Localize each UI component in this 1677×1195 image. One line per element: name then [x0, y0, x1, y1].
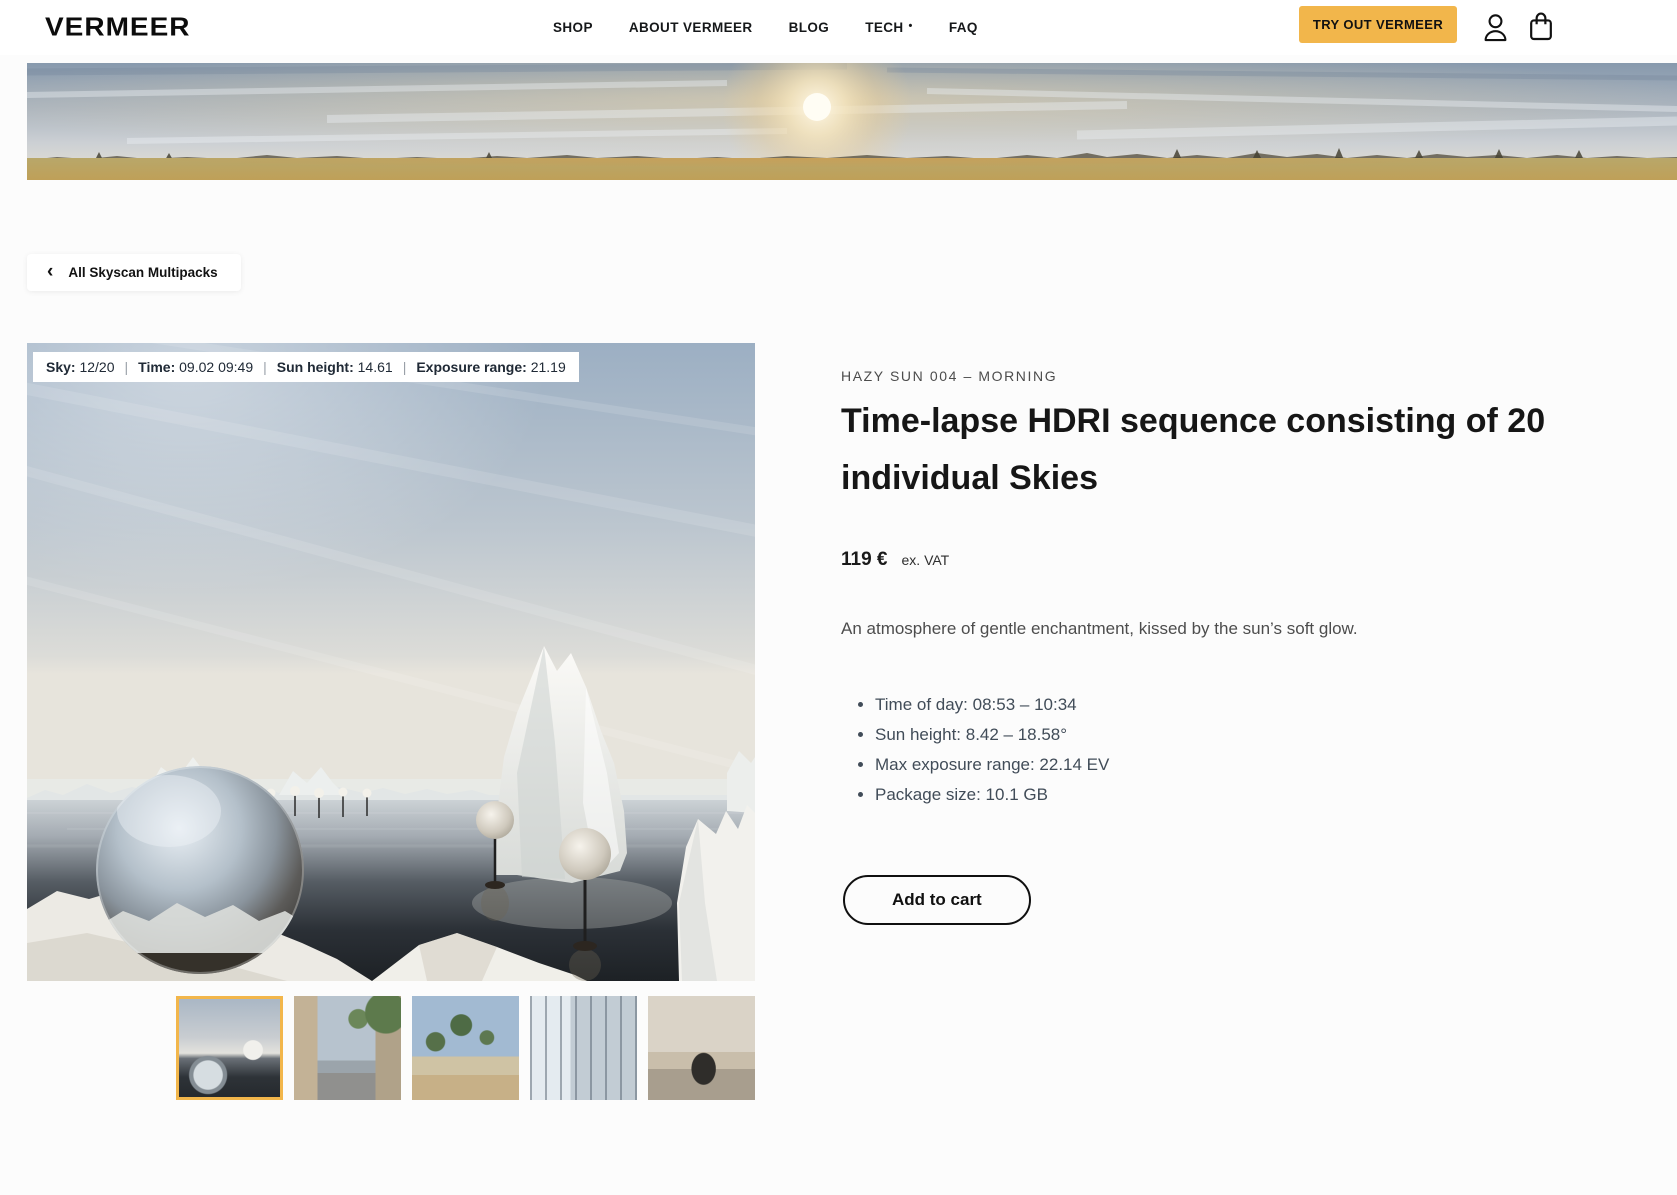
spec-package-size: Package size: 10.1 GB: [875, 780, 1109, 810]
thumbnail-arctic-scene[interactable]: [176, 996, 283, 1100]
hero-sky-illustration: [27, 63, 1677, 180]
dropdown-indicator-icon: •: [909, 20, 913, 32]
back-to-multipacks-button[interactable]: ‹ All Skyscan Multipacks: [27, 254, 241, 291]
sky-info-overlay: Sky: 12/20 | Time: 09.02 09:49 | Sun hei…: [33, 352, 579, 382]
overlay-separator: |: [262, 359, 268, 375]
cart-icon[interactable]: [1529, 12, 1553, 47]
nav-faq[interactable]: FAQ: [949, 20, 978, 35]
price-row: 119 € ex. VAT: [841, 549, 949, 571]
hero-panorama-image: [27, 63, 1677, 180]
overlay-time-label: Time:: [138, 359, 175, 375]
overlay-sky-value: 12/20: [79, 359, 114, 375]
thumbnail-strip: [176, 996, 755, 1100]
nav-about-vermeer[interactable]: ABOUT VERMEER: [629, 20, 753, 35]
try-out-vermeer-button[interactable]: TRY OUT VERMEER: [1299, 6, 1457, 43]
spec-list: Time of day: 08:53 – 10:34 Sun height: 8…: [858, 690, 1109, 810]
nav-tech-label: TECH: [865, 20, 903, 35]
product-eyebrow: HAZY SUN 004 – MORNING: [841, 368, 1057, 384]
arctic-scene-illustration: [27, 343, 755, 981]
thumbnail-interior[interactable]: [530, 996, 637, 1100]
overlay-sun-height-value: 14.61: [358, 359, 393, 375]
product-image[interactable]: Sky: 12/20 | Time: 09.02 09:49 | Sun hei…: [27, 343, 755, 981]
overlay-exposure-label: Exposure range:: [416, 359, 526, 375]
main-nav: SHOP ABOUT VERMEER BLOG TECH • FAQ: [553, 0, 978, 55]
header: VERMEER SHOP ABOUT VERMEER BLOG TECH • F…: [0, 0, 1677, 55]
spec-sun-height: Sun height: 8.42 – 18.58°: [875, 720, 1109, 750]
add-to-cart-button[interactable]: Add to cart: [843, 875, 1031, 925]
overlay-sky-label: Sky:: [46, 359, 76, 375]
thumbnail-road-car[interactable]: [648, 996, 755, 1100]
tax-note: ex. VAT: [902, 552, 950, 568]
overlay-exposure-value: 21.19: [531, 359, 566, 375]
product-title: Time-lapse HDRI sequence consisting of 2…: [841, 393, 1677, 507]
vermeer-logo[interactable]: VERMEER: [45, 12, 190, 41]
thumbnail-tropical-beach[interactable]: [412, 996, 519, 1100]
overlay-separator: |: [402, 359, 408, 375]
nav-blog[interactable]: BLOG: [789, 20, 830, 35]
overlay-sun-height-label: Sun height:: [277, 359, 354, 375]
nav-shop[interactable]: SHOP: [553, 20, 593, 35]
overlay-time-value: 09.02 09:49: [179, 359, 253, 375]
spec-time-of-day: Time of day: 08:53 – 10:34: [875, 690, 1109, 720]
product-page: VERMEER SHOP ABOUT VERMEER BLOG TECH • F…: [0, 0, 1677, 1195]
thumbnail-city-street[interactable]: [294, 996, 401, 1100]
product-description: An atmosphere of gentle enchantment, kis…: [841, 619, 1641, 639]
overlay-separator: |: [124, 359, 130, 375]
spec-exposure-range: Max exposure range: 22.14 EV: [875, 750, 1109, 780]
account-icon[interactable]: [1483, 12, 1508, 47]
nav-tech[interactable]: TECH •: [865, 20, 913, 35]
chevron-left-icon: ‹: [47, 262, 53, 281]
back-button-label: All Skyscan Multipacks: [68, 265, 217, 280]
product-price: 119 €: [841, 549, 888, 571]
